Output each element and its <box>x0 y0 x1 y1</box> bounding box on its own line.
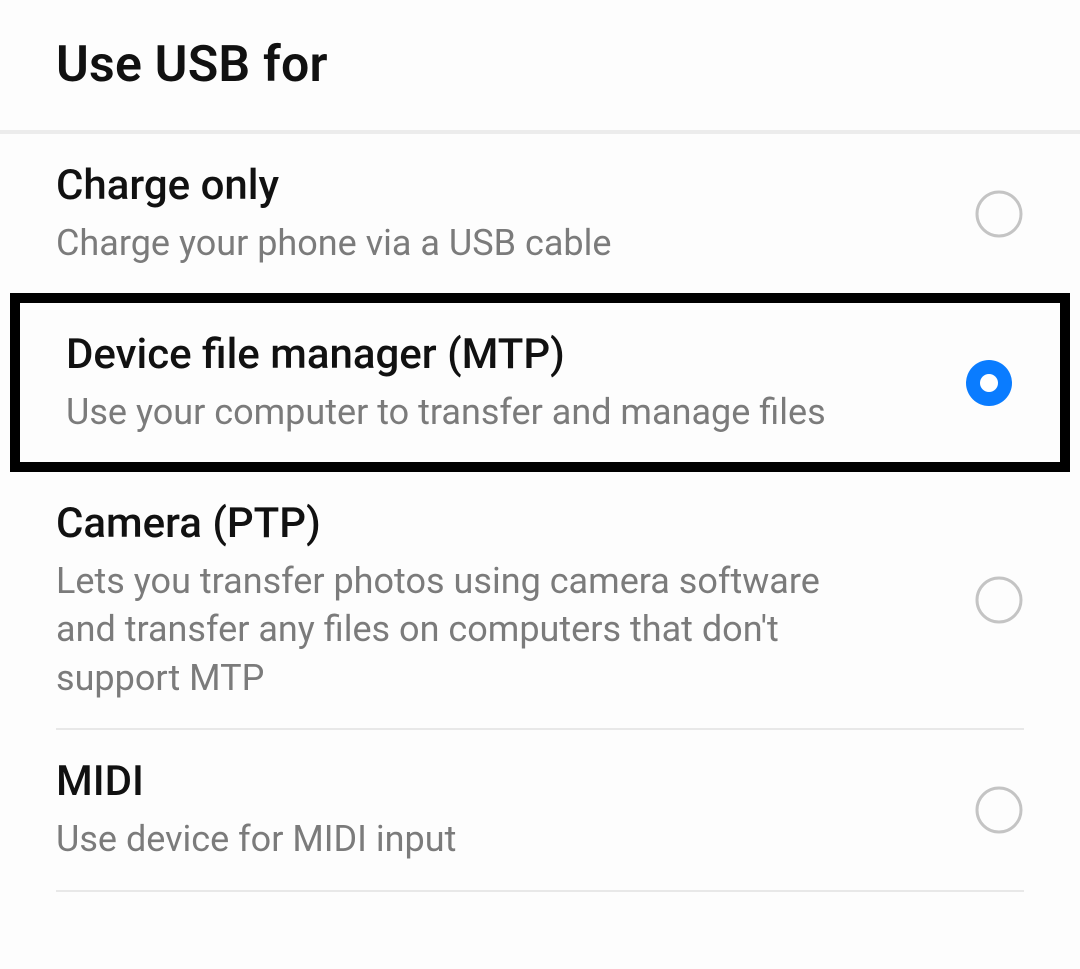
option-text: Device file manager (MTP) Use your compu… <box>66 329 944 436</box>
option-description: Use device for MIDI input <box>56 815 876 864</box>
option-description: Lets you transfer photos using camera so… <box>56 557 876 703</box>
option-title: Camera (PTP) <box>56 498 954 551</box>
header: Use USB for <box>0 0 1080 134</box>
option-text: Camera (PTP) Lets you transfer photos us… <box>56 498 954 702</box>
option-text: Charge only Charge your phone via a USB … <box>56 160 954 267</box>
radio-icon[interactable] <box>974 189 1024 239</box>
radio-icon[interactable] <box>974 575 1024 625</box>
option-text: MIDI Use device for MIDI input <box>56 756 954 863</box>
option-mtp[interactable]: Device file manager (MTP) Use your compu… <box>20 303 1060 462</box>
usb-options-list: Charge only Charge your phone via a USB … <box>0 134 1080 892</box>
radio-icon-selected[interactable] <box>964 358 1014 408</box>
option-title: Charge only <box>56 160 954 213</box>
option-charge-only[interactable]: Charge only Charge your phone via a USB … <box>0 134 1080 293</box>
highlight-box: Device file manager (MTP) Use your compu… <box>10 293 1070 472</box>
option-description: Use your computer to transfer and manage… <box>66 388 886 437</box>
radio-icon[interactable] <box>974 785 1024 835</box>
divider <box>56 890 1024 892</box>
option-midi[interactable]: MIDI Use device for MIDI input <box>0 730 1080 889</box>
option-ptp[interactable]: Camera (PTP) Lets you transfer photos us… <box>0 472 1080 728</box>
option-title: MIDI <box>56 756 954 809</box>
option-description: Charge your phone via a USB cable <box>56 219 876 268</box>
option-title: Device file manager (MTP) <box>66 329 944 382</box>
page-title: Use USB for <box>56 36 1024 94</box>
